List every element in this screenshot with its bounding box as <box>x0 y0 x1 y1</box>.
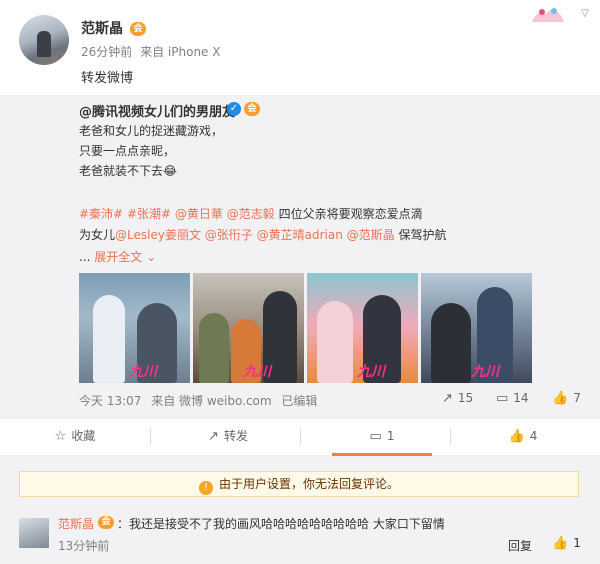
expand-full-text-link[interactable]: 展开全文 <box>94 250 142 264</box>
commenter-avatar[interactable] <box>19 518 49 548</box>
comment-text: ：我还是接受不了我的画风哈哈哈哈哈哈哈哈哈 大家口下留情 <box>117 517 445 531</box>
forward-icon: ↗ <box>442 391 453 406</box>
topic-link[interactable]: #秦沛# <box>79 207 123 221</box>
poster-thumbnail[interactable]: 九川 <box>307 273 418 383</box>
chevron-down-icon[interactable]: ⌄ <box>146 250 156 264</box>
reposted-content: @腾讯视频女儿们的男朋友 ✓ 会 老爸和女儿的捉迷藏游戏， 只要一点点亲昵， 老… <box>0 95 600 418</box>
post-text: 转发微博 <box>81 71 134 86</box>
post-time[interactable]: 26分钟前 <box>81 45 132 59</box>
chevron-down-icon[interactable]: ▽ <box>579 8 591 20</box>
mention-link[interactable]: @黄芷晴adrian <box>257 228 343 242</box>
warning-icon: ! <box>198 481 213 495</box>
comment-button[interactable]: ▭ 1 <box>332 419 432 456</box>
member-badge-icon: 会 <box>244 102 260 116</box>
like-button[interactable]: 👍 4 <box>478 419 568 456</box>
thumbs-up-icon: 👍 <box>552 536 569 551</box>
poster-thumbnail[interactable]: 九川 <box>421 273 532 383</box>
mention-link[interactable]: @黄日華 <box>175 207 223 221</box>
comment-like-button[interactable]: 👍 1 <box>552 536 581 551</box>
member-badge-icon: 会 <box>130 22 146 36</box>
repost-line: 老爸和女儿的捉迷藏游戏， <box>79 124 224 138</box>
forward-icon: ↗ <box>208 429 219 444</box>
author-avatar[interactable] <box>19 15 69 65</box>
poster-logo: 九川 <box>129 364 157 380</box>
reply-restriction-notice: ! 由于用户设置，你无法回复评论。 <box>19 471 579 497</box>
repost-footer: 今天 13:07 来自 微博 weibo.com 已编辑 <box>79 392 323 409</box>
star-icon: ☆ <box>54 429 67 444</box>
thumbs-up-icon: 👍 <box>552 391 569 406</box>
repost-text: 保驾护航 <box>398 228 447 242</box>
repost-text: 为女儿 <box>79 228 116 242</box>
poster-logo: 九川 <box>357 364 385 380</box>
thumbs-up-icon: 👍 <box>508 429 525 444</box>
collect-button[interactable]: ☆ 收藏 <box>30 419 120 456</box>
repost-time[interactable]: 今天 13:07 <box>79 394 141 408</box>
repost-mentions-line: 为女儿@Lesley姜丽文 @张衎子 @黄芷晴adrian @范斯晶 保驾护航 <box>79 226 447 243</box>
repost-text: 四位父亲将要观察恋爱点滴 <box>278 207 423 221</box>
poster-logo: 九川 <box>471 364 499 380</box>
poster-thumbnail[interactable]: 九川 <box>79 273 190 383</box>
mention-link[interactable]: @范斯晶 <box>347 228 395 242</box>
poster-logo: 九川 <box>243 364 271 380</box>
post-author-name[interactable]: 范斯晶 <box>81 18 123 38</box>
mention-link[interactable]: @张衎子 <box>205 228 253 242</box>
card-decoration-icon <box>532 8 564 22</box>
mention-link[interactable]: @Lesley姜丽文 <box>115 228 201 242</box>
divider <box>300 428 301 445</box>
expand-row: ... 展开全文 ⌄ <box>79 248 156 265</box>
action-bar: ☆ 收藏 ↗ 转发 ▭ 1 👍 4 <box>0 418 600 456</box>
poster-thumbnail[interactable]: 九川 <box>193 273 304 383</box>
weibo-post-card: 范斯晶 会 26分钟前 来自 iPhone X ▽ 转发微博 @腾讯视频女儿们的… <box>0 0 600 456</box>
post-meta: 26分钟前 来自 iPhone X <box>81 43 224 60</box>
member-badge-icon: 会 <box>98 516 114 529</box>
verified-icon: ✓ <box>227 102 241 116</box>
repost-tags-line: #秦沛# #张潮# @黄日華 @范志毅 四位父亲将要观察恋爱点滴 <box>79 205 423 222</box>
ellipsis: ... <box>79 250 91 264</box>
comment-icon: ▭ <box>369 429 382 444</box>
reply-button[interactable]: 回复 <box>508 537 532 554</box>
edited-label[interactable]: 已编辑 <box>281 394 317 408</box>
repost-line: 老爸就装不下去😂 <box>79 164 178 178</box>
mention-link[interactable]: @范志毅 <box>227 207 275 221</box>
repost-forward-count[interactable]: ↗ 15 <box>442 391 473 406</box>
repost-author-name[interactable]: @腾讯视频女儿们的男朋友 <box>79 101 235 120</box>
commenter-name[interactable]: 范斯晶 <box>58 515 94 532</box>
comment-icon: ▭ <box>496 391 509 406</box>
divider <box>450 428 451 445</box>
divider <box>150 428 151 445</box>
repost-line: 只要一点点亲昵， <box>79 144 176 158</box>
repost-like-count[interactable]: 👍 7 <box>552 391 581 406</box>
comment-time: 13分钟前 <box>58 539 110 553</box>
post-source: 来自 iPhone X <box>140 45 221 59</box>
active-tab-indicator <box>332 453 432 456</box>
forward-button[interactable]: ↗ 转发 <box>178 419 278 456</box>
repost-comment-count[interactable]: ▭ 14 <box>496 391 529 406</box>
repost-source: 来自 微博 weibo.com <box>151 394 272 408</box>
topic-link[interactable]: #张潮# <box>127 207 171 221</box>
